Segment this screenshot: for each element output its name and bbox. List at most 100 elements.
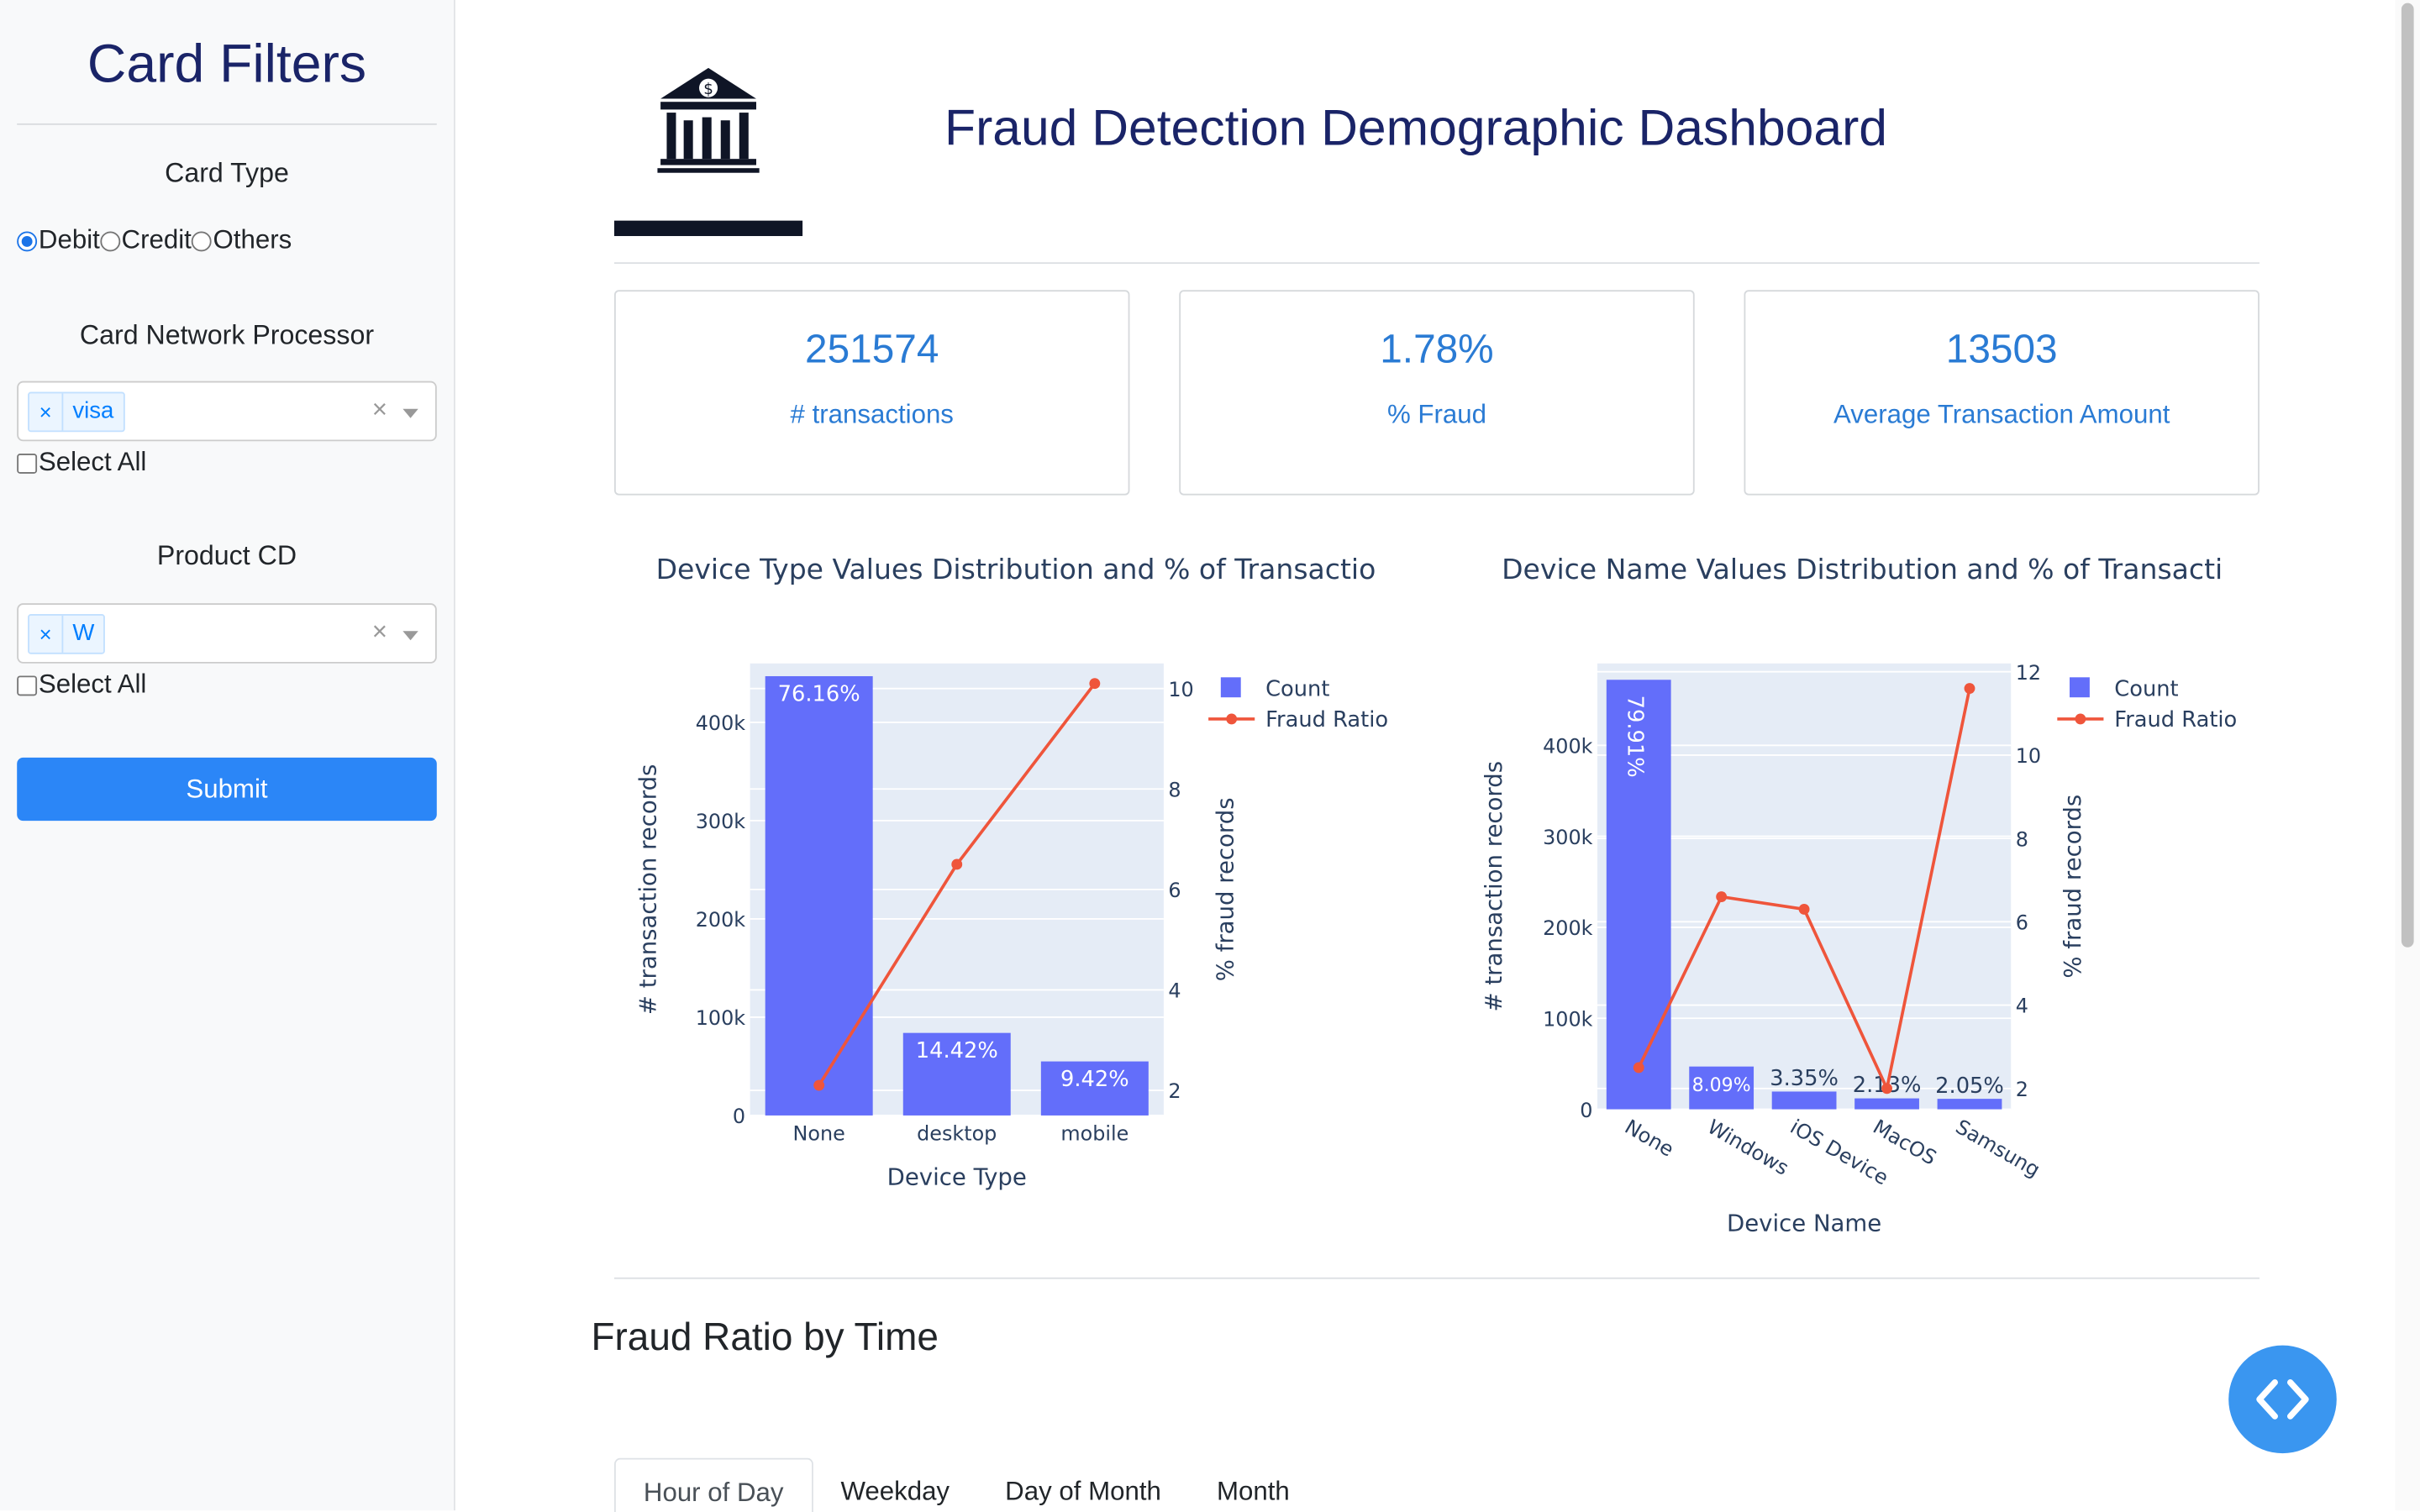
legend-fraud-ratio-marker (1226, 713, 1238, 725)
bar-label: 14.42% (916, 1038, 998, 1063)
y-tick-label: 100k (696, 1006, 746, 1030)
tab-hour-of-day[interactable]: Hour of Day (614, 1457, 813, 1512)
network-select-all-checkbox[interactable] (17, 453, 38, 473)
y2-tick-label: 10 (2016, 744, 2041, 768)
bank-icon: $ (657, 67, 760, 173)
device-name-chart: Device Name Values Distribution and % of… (1481, 553, 2237, 1237)
fraud-ratio-point (951, 858, 963, 870)
kpi-label: # transactions (790, 399, 954, 429)
legend-count-label: Count (2114, 676, 2178, 701)
fraud-ratio-point (1089, 678, 1101, 690)
chart-title: Device Type Values Distribution and % of… (656, 553, 1376, 585)
product-chip: × W (28, 614, 106, 654)
kpi-value: 13503 (1945, 325, 2058, 372)
sidebar-title: Card Filters (87, 34, 367, 95)
bar-label: 79.91% (1622, 696, 1647, 778)
device-type-chart: Device Type Values Distribution and % of… (635, 553, 1388, 1191)
network-label: Card Network Processor (79, 319, 375, 350)
network-chip-label: visa (72, 397, 114, 425)
y2-tick-label: 4 (1168, 979, 1181, 1003)
chip-remove-icon[interactable]: × (29, 393, 64, 431)
y-axis-label: # transaction records (1481, 761, 1507, 1012)
time-tabs: Hour of Day Weekday Day of Month Month (614, 1457, 1318, 1512)
chevron-down-icon[interactable] (402, 408, 418, 418)
kpi-label: % Fraud (1386, 399, 1486, 429)
legend-fraud-ratio-label: Fraud Ratio (2114, 707, 2237, 732)
y-tick-label: 100k (1543, 1007, 1593, 1031)
y-axis-label: # transaction records (635, 764, 662, 1016)
card-type-radio-group: Debit Credit Others (17, 225, 292, 256)
x-tick-label: desktop (917, 1121, 997, 1145)
product-select-all-checkbox[interactable] (17, 675, 38, 696)
x-tick-label: mobile (1060, 1121, 1128, 1145)
page-scrollbar[interactable] (2395, 0, 2420, 1511)
kpi-value: 1.78% (1380, 325, 1494, 372)
section-divider (614, 1277, 2260, 1279)
radio-others-label[interactable]: Others (213, 225, 292, 256)
chip-remove-icon[interactable]: × (29, 615, 64, 653)
y2-tick-label: 6 (2016, 911, 2028, 935)
legend-fraud-ratio-marker (2075, 713, 2086, 725)
submit-button[interactable]: Submit (17, 757, 437, 822)
x-tick-label: Samsung (1952, 1115, 2044, 1182)
tab-day-of-month[interactable]: Day of Month (977, 1458, 1189, 1512)
bar (765, 675, 873, 1116)
fraud-ratio-point (813, 1079, 825, 1091)
fraud-ratio-point (1798, 904, 1810, 915)
y2-tick-label: 8 (1168, 778, 1181, 801)
scrollbar-thumb[interactable] (2401, 3, 2414, 948)
y2-axis-label: % fraud records (1213, 797, 1239, 981)
legend-count-swatch (1220, 677, 1241, 698)
network-dropdown[interactable]: × visa × (17, 381, 437, 442)
y2-tick-label: 2 (1168, 1079, 1181, 1103)
y2-tick-label: 10 (1168, 678, 1193, 701)
chart-title: Device Name Values Distribution and % of… (1502, 553, 2223, 585)
network-select-all-label[interactable]: Select All (39, 448, 146, 479)
bar (1937, 1099, 2002, 1110)
product-chip-label: W (72, 620, 95, 647)
code-toggle-button[interactable] (2228, 1345, 2337, 1454)
legend-fraud-ratio-label: Fraud Ratio (1265, 707, 1388, 732)
logo-watermark-strip (614, 220, 803, 237)
product-label: Product CD (156, 539, 297, 571)
product-dropdown[interactable]: × W × (17, 603, 437, 664)
radio-others[interactable] (191, 230, 212, 251)
tab-month[interactable]: Month (1189, 1458, 1318, 1512)
radio-debit[interactable] (17, 230, 38, 251)
page-title: Fraud Detection Demographic Dashboard (944, 98, 1887, 156)
y-tick-label: 200k (1543, 916, 1593, 940)
kpi-average-amount: 13503 Average Transaction Amount (1744, 290, 2260, 496)
y-tick-label: 300k (1543, 826, 1593, 849)
kpi-label: Average Transaction Amount (1833, 399, 2170, 429)
radio-debit-label[interactable]: Debit (39, 225, 100, 256)
x-tick-label: Windows (1703, 1115, 1792, 1180)
y2-tick-label: 6 (1168, 879, 1181, 902)
radio-credit-label[interactable]: Credit (122, 225, 192, 256)
bar (1771, 1091, 1837, 1110)
kpi-fraud: 1.78% % Fraud (1179, 290, 1695, 496)
y-tick-label: 200k (696, 908, 746, 932)
product-select-all-label[interactable]: Select All (39, 669, 146, 701)
bar-label: 8.09% (1692, 1075, 1751, 1096)
bar-label: 3.35% (1770, 1066, 1839, 1091)
bar (1854, 1098, 1919, 1110)
y-tick-label: 400k (1543, 734, 1593, 758)
chevron-down-icon[interactable] (402, 631, 418, 641)
time-section-title: Fraud Ratio by Time (591, 1315, 939, 1360)
radio-credit[interactable] (99, 230, 120, 251)
clear-icon[interactable]: × (372, 617, 387, 648)
sidebar-divider (17, 123, 437, 125)
legend-count-label: Count (1265, 676, 1329, 701)
y2-axis-label: % fraud records (2060, 795, 2086, 979)
y2-tick-label: 2 (2016, 1078, 2028, 1101)
tab-weekday[interactable]: Weekday (813, 1458, 977, 1512)
network-select-all[interactable]: Select All (17, 448, 146, 479)
kpi-value: 251574 (805, 325, 939, 372)
y2-tick-label: 4 (2016, 995, 2028, 1018)
clear-icon[interactable]: × (372, 395, 387, 426)
sidebar: Card Filters Card Type Debit Credit Othe… (0, 0, 455, 1511)
fraud-ratio-point (1716, 891, 1728, 903)
product-select-all[interactable]: Select All (17, 669, 146, 701)
y-tick-label: 0 (733, 1105, 745, 1128)
network-chip: × visa (28, 391, 125, 433)
